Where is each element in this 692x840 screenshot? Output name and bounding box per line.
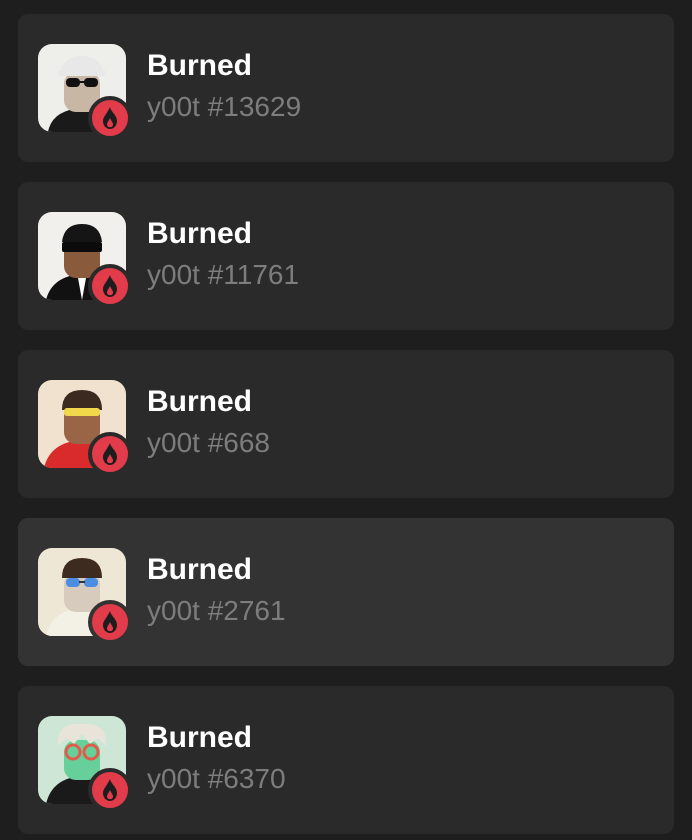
item-title: Burned <box>147 385 252 418</box>
avatar-container <box>38 212 132 308</box>
avatar-container <box>38 548 132 644</box>
fire-icon <box>103 107 117 129</box>
list-item[interactable]: Burned y00t #2761 <box>18 518 674 666</box>
item-subtitle: y00t #11761 <box>147 259 300 290</box>
fire-badge <box>88 264 132 308</box>
fire-icon <box>103 779 117 801</box>
item-title: Burned <box>147 721 252 754</box>
fire-icon <box>103 275 117 297</box>
avatar-container <box>38 44 132 140</box>
fire-badge <box>88 96 132 140</box>
fire-icon <box>103 611 117 633</box>
list-item[interactable]: Burned y00t #11761 <box>18 182 674 330</box>
burned-list: Burned y00t #13629 Burned y00t #11761 Bu… <box>0 0 692 840</box>
fire-badge <box>88 432 132 476</box>
item-subtitle: y00t #668 <box>147 427 270 458</box>
avatar-container <box>38 716 132 812</box>
fire-badge <box>88 600 132 644</box>
list-item[interactable]: Burned y00t #13629 <box>18 14 674 162</box>
item-subtitle: y00t #2761 <box>147 595 286 626</box>
avatar-container <box>38 380 132 476</box>
fire-icon <box>103 443 117 465</box>
item-title: Burned <box>147 49 252 82</box>
item-subtitle: y00t #13629 <box>147 91 302 122</box>
list-item[interactable]: Burned y00t #6370 <box>18 686 674 834</box>
item-title: Burned <box>147 553 252 586</box>
item-subtitle: y00t #6370 <box>147 763 286 794</box>
item-title: Burned <box>147 217 252 250</box>
list-item[interactable]: Burned y00t #668 <box>18 350 674 498</box>
fire-badge <box>88 768 132 812</box>
